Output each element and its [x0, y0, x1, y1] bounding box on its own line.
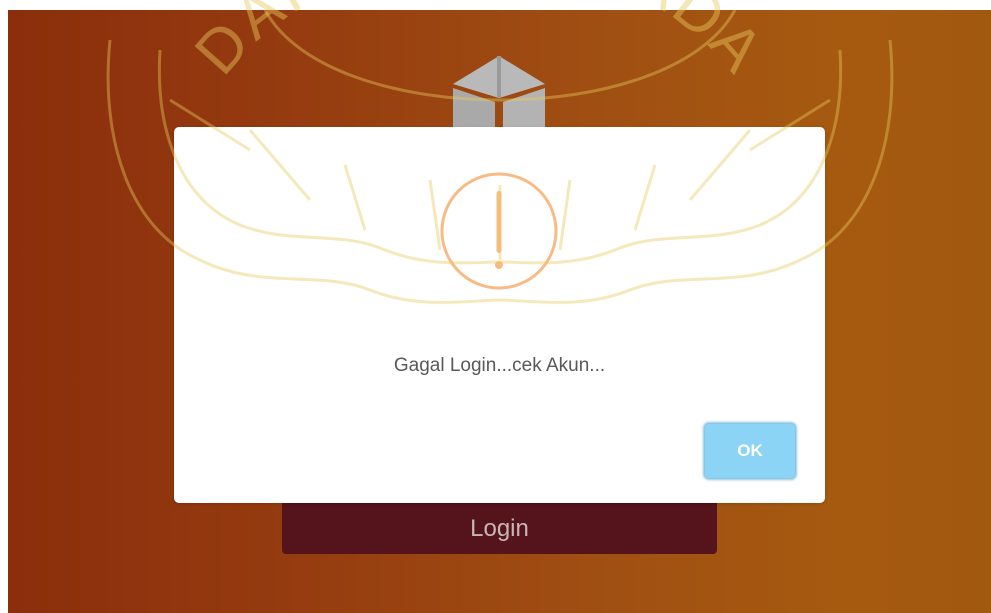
- ok-button[interactable]: OK: [704, 423, 796, 479]
- login-button[interactable]: Login: [282, 497, 717, 554]
- alert-message: Gagal Login...cek Akun...: [393, 355, 606, 376]
- warning-exclamation-icon: [440, 172, 558, 290]
- login-button-label: Login: [470, 514, 529, 542]
- screen: Login Gagal Login...cek Akun... OK DA DA: [0, 0, 991, 613]
- cube-logo-icon: [453, 56, 545, 134]
